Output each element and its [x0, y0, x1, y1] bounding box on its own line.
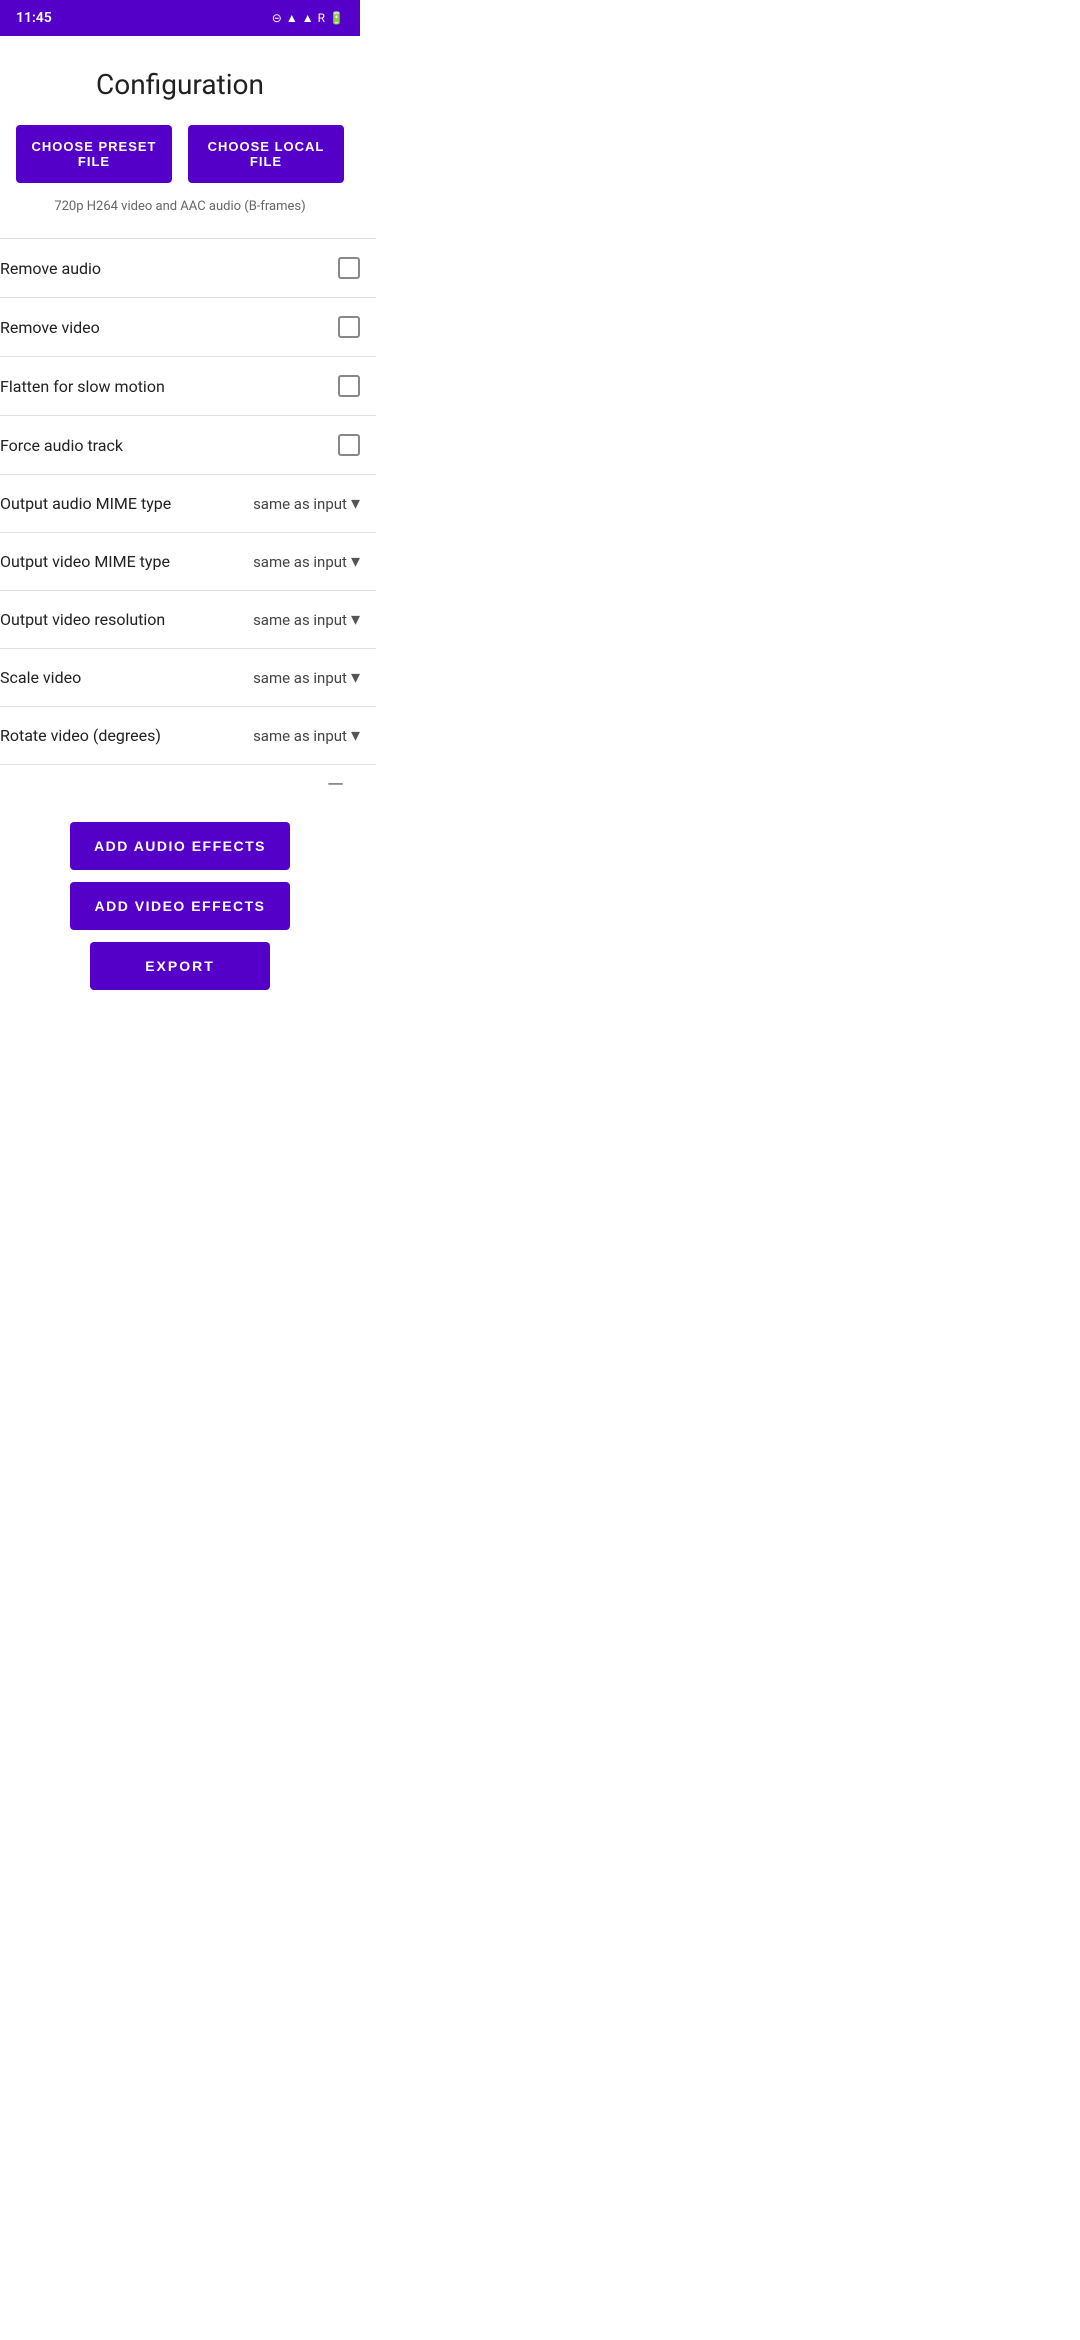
- status-bar: 11:45 ⊝ ▲ ▲ R 🔋: [0, 0, 360, 36]
- output-video-resolution-value: same as input: [253, 611, 347, 629]
- roaming-icon: R: [318, 11, 325, 25]
- force-audio-track-label: Force audio track: [0, 436, 123, 455]
- preset-description: 720p H264 video and AAC audio (B-frames): [16, 199, 344, 214]
- battery-icon: 🔋: [329, 11, 344, 25]
- add-audio-effects-button[interactable]: ADD AUDIO EFFECTS: [70, 822, 290, 870]
- rotate-video-dropdown[interactable]: same as input ▾: [253, 725, 360, 746]
- notification-icon: ⊝: [272, 11, 282, 25]
- status-time: 11:45: [16, 10, 52, 26]
- scale-video-row: Scale video same as input ▾: [0, 649, 376, 707]
- output-video-mime-dropdown[interactable]: same as input ▾: [253, 551, 360, 572]
- scroll-indicator: —: [0, 765, 360, 806]
- page-title: Configuration: [16, 36, 344, 125]
- output-video-resolution-row: Output video resolution same as input ▾: [0, 591, 376, 649]
- rotate-video-row: Rotate video (degrees) same as input ▾: [0, 707, 376, 765]
- output-audio-mime-arrow-icon: ▾: [351, 493, 360, 514]
- force-audio-track-checkbox[interactable]: [338, 434, 360, 456]
- output-video-resolution-dropdown[interactable]: same as input ▾: [253, 609, 360, 630]
- rotate-video-label: Rotate video (degrees): [0, 726, 161, 745]
- flatten-slow-motion-checkbox[interactable]: [338, 375, 360, 397]
- output-video-resolution-arrow-icon: ▾: [351, 609, 360, 630]
- remove-video-checkbox[interactable]: [338, 316, 360, 338]
- output-audio-mime-label: Output audio MIME type: [0, 494, 171, 513]
- output-audio-mime-value: same as input: [253, 495, 347, 513]
- output-video-mime-value: same as input: [253, 553, 347, 571]
- rotate-video-value: same as input: [253, 727, 347, 745]
- output-audio-mime-row: Output audio MIME type same as input ▾: [0, 475, 376, 533]
- wifi-icon: ▲: [286, 11, 298, 25]
- remove-video-row: Remove video: [0, 298, 376, 357]
- settings-section: Remove audio Remove video Flatten for sl…: [0, 239, 376, 765]
- remove-video-label: Remove video: [0, 318, 100, 337]
- rotate-video-arrow-icon: ▾: [351, 725, 360, 746]
- signal-icon: ▲: [302, 11, 314, 25]
- output-video-mime-label: Output video MIME type: [0, 552, 170, 571]
- button-row: CHOOSE PRESET FILE CHOOSE LOCAL FILE: [16, 125, 344, 183]
- flatten-slow-motion-row: Flatten for slow motion: [0, 357, 376, 416]
- scale-video-label: Scale video: [0, 668, 81, 687]
- choose-preset-file-button[interactable]: CHOOSE PRESET FILE: [16, 125, 172, 183]
- bottom-buttons: ADD AUDIO EFFECTS ADD VIDEO EFFECTS EXPO…: [0, 806, 360, 1014]
- flatten-slow-motion-label: Flatten for slow motion: [0, 377, 165, 396]
- output-video-mime-row: Output video MIME type same as input ▾: [0, 533, 376, 591]
- scale-video-value: same as input: [253, 669, 347, 687]
- choose-local-file-button[interactable]: CHOOSE LOCAL FILE: [188, 125, 344, 183]
- add-video-effects-button[interactable]: ADD VIDEO EFFECTS: [70, 882, 290, 930]
- remove-audio-checkbox[interactable]: [338, 257, 360, 279]
- scale-video-dropdown[interactable]: same as input ▾: [253, 667, 360, 688]
- export-button[interactable]: EXPORT: [90, 942, 270, 990]
- remove-audio-row: Remove audio: [0, 239, 376, 298]
- output-audio-mime-dropdown[interactable]: same as input ▾: [253, 493, 360, 514]
- force-audio-track-row: Force audio track: [0, 416, 376, 475]
- status-icons: ⊝ ▲ ▲ R 🔋: [272, 11, 344, 25]
- scale-video-arrow-icon: ▾: [351, 667, 360, 688]
- output-video-resolution-label: Output video resolution: [0, 610, 165, 629]
- remove-audio-label: Remove audio: [0, 259, 101, 278]
- output-video-mime-arrow-icon: ▾: [351, 551, 360, 572]
